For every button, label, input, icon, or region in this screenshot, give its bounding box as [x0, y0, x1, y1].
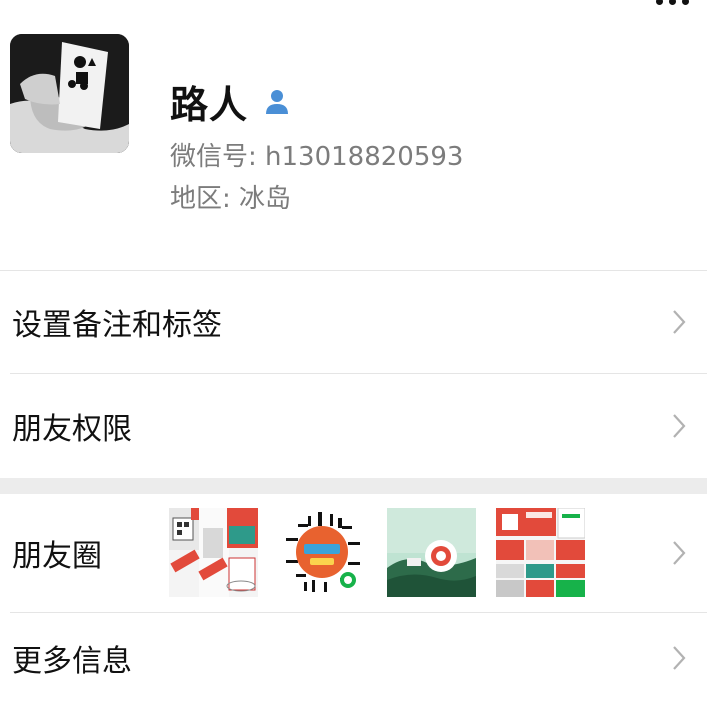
- friend-permissions-label: 朋友权限: [12, 412, 132, 447]
- moments-photo[interactable]: [496, 508, 585, 597]
- moments-label: 朋友圈: [12, 539, 102, 574]
- chevron-right-icon: [673, 414, 686, 438]
- top-bar: [0, 0, 707, 20]
- remark-tags-label: 设置备注和标签: [12, 308, 222, 343]
- moments-photo[interactable]: [278, 508, 367, 597]
- more-info-label: 更多信息: [12, 644, 132, 679]
- more-dots-icon[interactable]: [656, 0, 689, 5]
- more-info-row[interactable]: 更多信息: [0, 613, 707, 703]
- section-gap: [0, 478, 707, 494]
- avatar[interactable]: [10, 34, 129, 153]
- chevron-right-icon: [673, 310, 686, 334]
- remark-tags-row[interactable]: 设置备注和标签: [0, 271, 707, 373]
- chevron-right-icon: [673, 646, 686, 670]
- friend-permissions-row[interactable]: 朋友权限: [0, 374, 707, 478]
- chevron-right-icon: [673, 541, 686, 565]
- moments-photo[interactable]: [387, 508, 476, 597]
- moments-photo[interactable]: [169, 508, 258, 597]
- profile-name: 路人: [170, 83, 249, 127]
- wechat-id: 微信号: h13018820593: [170, 142, 464, 172]
- moments-thumbnails: [169, 508, 585, 597]
- name-row: 路人: [170, 74, 292, 129]
- back-arrow-icon[interactable]: [6, 0, 26, 6]
- region: 地区: 冰岛: [170, 184, 292, 214]
- person-icon: [266, 89, 289, 114]
